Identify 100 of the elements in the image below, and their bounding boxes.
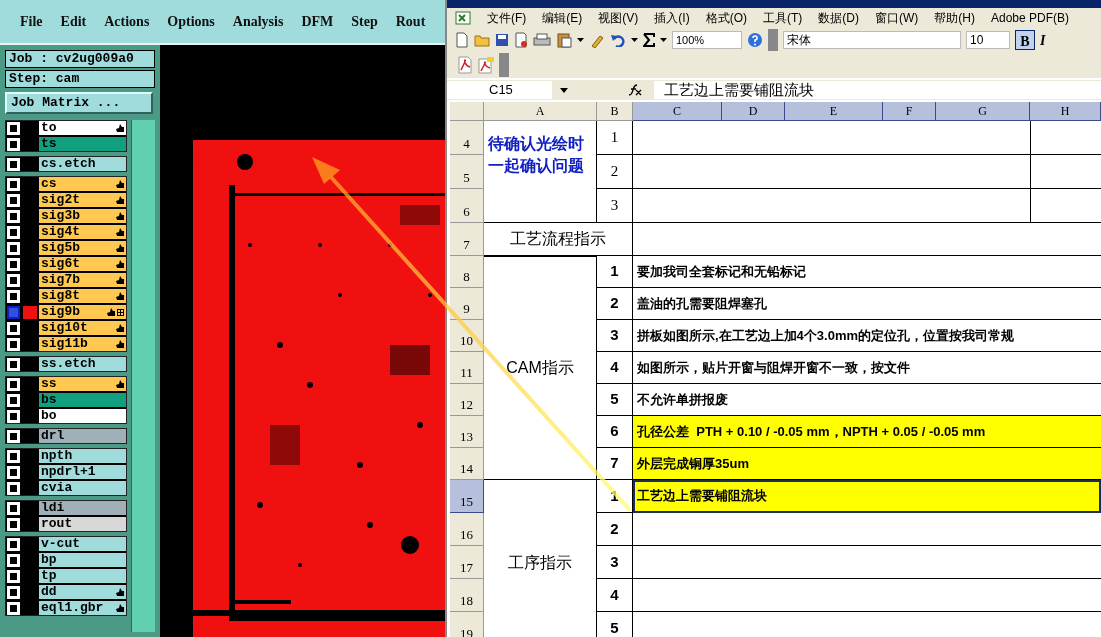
menu-item[interactable]: 编辑(E)	[542, 9, 583, 27]
layer-name[interactable]: ss	[39, 377, 126, 391]
table-cell[interactable]: 孔径公差 PTH + 0.10 / -0.05 mm，NPTH + 0.05 / -0.05 mm	[633, 416, 1101, 448]
toolbar-grip[interactable]	[768, 29, 778, 51]
column-header[interactable]: B	[597, 102, 633, 121]
menu-item[interactable]: File	[20, 11, 43, 32]
layer-name[interactable]: sig2t	[39, 193, 126, 207]
name-box[interactable]: C15	[447, 81, 552, 99]
menu-item[interactable]: 视图(V)	[598, 9, 639, 27]
menu-item[interactable]: 插入(I)	[654, 9, 690, 27]
column-header[interactable]: A	[484, 102, 597, 121]
layer-name[interactable]: v-cut	[39, 537, 126, 551]
menu-item[interactable]: 工具(T)	[763, 9, 803, 27]
column-header[interactable]: G	[936, 102, 1030, 121]
menu-item[interactable]: Rout	[395, 11, 426, 32]
layer-name[interactable]: rout	[39, 517, 126, 531]
dropdown-arrow-icon[interactable]	[631, 38, 638, 42]
toolbar-grip[interactable]	[499, 53, 509, 77]
row-header[interactable]: 7	[450, 223, 484, 256]
dropdown-arrow-icon[interactable]	[560, 87, 568, 93]
pdf-comment-icon[interactable]	[477, 56, 495, 74]
menu-item[interactable]: 窗口(W)	[875, 9, 919, 27]
layer-name[interactable]: sig10t	[39, 321, 126, 335]
menu-item[interactable]: 帮助(H)	[934, 9, 975, 27]
corner-cell[interactable]	[450, 102, 484, 121]
font-size-dropdown[interactable]: 10	[966, 31, 1010, 49]
bold-button[interactable]: B	[1015, 30, 1035, 50]
layer-name[interactable]: cvia	[39, 481, 126, 495]
layer-name[interactable]: npth	[39, 449, 126, 463]
row-header[interactable]: 18	[450, 579, 484, 612]
row-header[interactable]: 19	[450, 612, 484, 637]
column-header[interactable]: F	[883, 102, 936, 121]
layer-name[interactable]: npdrl+1	[39, 465, 126, 479]
zoom-dropdown[interactable]: 100%	[672, 31, 742, 49]
layer-name[interactable]: sig7b	[39, 273, 126, 287]
menu-item[interactable]: Options	[167, 11, 215, 32]
help-icon[interactable]	[747, 32, 763, 48]
print-icon[interactable]	[533, 33, 551, 47]
layer-checkbox[interactable]	[7, 305, 20, 319]
row-header[interactable]: 8	[450, 256, 484, 288]
formula-field[interactable]: 工艺边上需要铺阻流块	[654, 81, 1101, 99]
row-header[interactable]: 17	[450, 546, 484, 579]
menu-item[interactable]: Edit	[60, 11, 87, 32]
layer-name[interactable]: bp	[39, 553, 126, 567]
column-header[interactable]: C	[633, 102, 722, 121]
layer-name[interactable]: ts	[39, 137, 126, 151]
font-dropdown[interactable]: 宋体	[783, 31, 961, 49]
row-header[interactable]: 16	[450, 513, 484, 546]
menu-item[interactable]: 数据(D)	[818, 9, 859, 27]
layer-name[interactable]: bo	[39, 409, 126, 423]
layer-name[interactable]: cs.etch	[39, 157, 126, 171]
row-header[interactable]: 14	[450, 448, 484, 480]
job-matrix-button[interactable]: Job Matrix ...	[5, 92, 153, 114]
layer-name[interactable]: sig8t	[39, 289, 126, 303]
row-header[interactable]: 13	[450, 416, 484, 448]
row-header[interactable]: 11	[450, 352, 484, 384]
menu-item[interactable]: Step	[351, 11, 378, 32]
layer-name[interactable]: cs	[39, 177, 126, 191]
layer-name[interactable]: to	[39, 121, 126, 135]
dropdown-arrow-icon[interactable]	[660, 38, 667, 42]
layer-name[interactable]: sig11b	[39, 337, 126, 351]
menu-item[interactable]: Actions	[104, 11, 150, 32]
layer-name[interactable]: ldi	[39, 501, 126, 515]
layer-name[interactable]: sig4t	[39, 225, 126, 239]
sum-icon[interactable]	[643, 33, 655, 47]
dropdown-arrow-icon[interactable]	[577, 38, 584, 42]
new-file-icon[interactable]	[455, 32, 469, 48]
paste-icon[interactable]	[556, 32, 572, 48]
column-header[interactable]: H	[1030, 102, 1101, 121]
row-header[interactable]: 9	[450, 288, 484, 320]
layer-name[interactable]: sig5b	[39, 241, 126, 255]
save-icon[interactable]	[495, 33, 509, 47]
layer-name[interactable]: sig9b	[39, 305, 126, 319]
layer-name[interactable]: sig3b	[39, 209, 126, 223]
layer-name[interactable]: sig6t	[39, 257, 126, 271]
row-header[interactable]: 15	[450, 480, 484, 513]
undo-icon[interactable]	[610, 33, 626, 47]
menu-item[interactable]: Adobe PDF(B)	[991, 9, 1069, 27]
layer-name[interactable]: dd	[39, 585, 126, 599]
menu-item[interactable]: DFM	[301, 11, 334, 32]
row-header[interactable]: 12	[450, 384, 484, 416]
menu-item[interactable]: Analysis	[232, 11, 284, 32]
layer-name[interactable]: ss.etch	[39, 357, 126, 371]
table-cell[interactable]: 外层完成铜厚35um	[633, 448, 1101, 480]
folder-icon[interactable]	[474, 33, 490, 47]
layer-name[interactable]: tp	[39, 569, 126, 583]
layer-name[interactable]: bs	[39, 393, 126, 407]
table-cell[interactable]: 工艺边上需要铺阻流块	[633, 480, 1101, 513]
row-header[interactable]: 4	[450, 121, 484, 155]
menu-item[interactable]: 格式(O)	[705, 9, 747, 27]
layer-name[interactable]: drl	[39, 429, 126, 443]
layer-name[interactable]: eql1.gbr	[39, 601, 126, 615]
row-header[interactable]: 6	[450, 189, 484, 223]
column-header[interactable]: E	[785, 102, 883, 121]
column-header[interactable]: D	[722, 102, 785, 121]
row-header[interactable]: 5	[450, 155, 484, 189]
menu-item[interactable]: 文件(F)	[487, 9, 527, 27]
print-preview-icon[interactable]	[514, 32, 528, 48]
function-icon[interactable]	[628, 84, 642, 96]
pdf-icon[interactable]	[457, 56, 473, 74]
